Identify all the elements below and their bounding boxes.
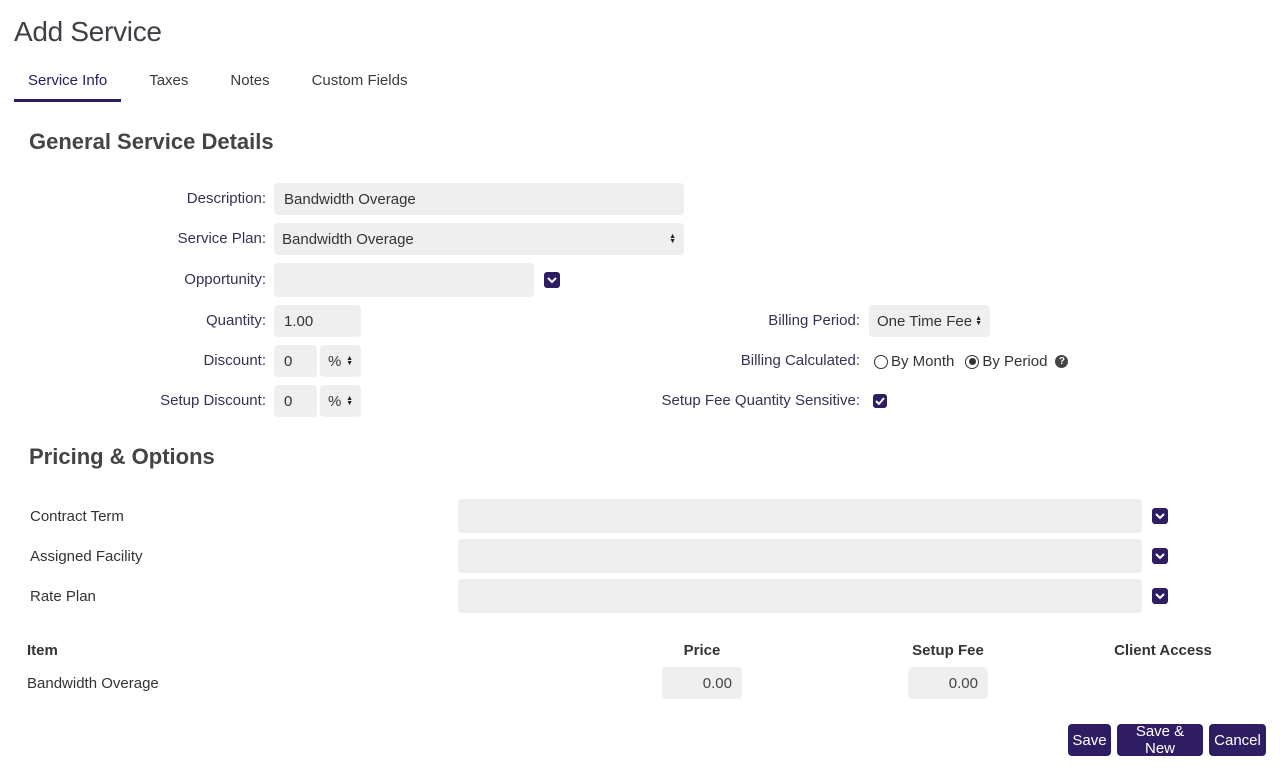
setup-discount-input[interactable]	[274, 385, 317, 417]
discount-unit-value: %	[328, 352, 342, 370]
radio-selected-dot	[968, 358, 976, 365]
assigned-facility-dropdown-button[interactable]	[1152, 548, 1168, 564]
tab-custom-fields[interactable]: Custom Fields	[298, 62, 422, 102]
section-title-pricing: Pricing & Options	[29, 444, 215, 469]
billing-period-label: Billing Period:	[768, 312, 860, 329]
tab-bar: Service Info Taxes Notes Custom Fields	[14, 62, 435, 102]
rate-plan-input[interactable]	[458, 579, 1142, 613]
billing-period-value: One Time Fee	[877, 312, 973, 330]
description-label: Description:	[186, 190, 266, 207]
select-arrows-icon: ▲ ▼	[346, 395, 353, 407]
tab-notes[interactable]: Notes	[216, 62, 283, 102]
radio-by-period-label: By Period	[982, 353, 1048, 370]
chevron-down-icon	[1155, 512, 1165, 519]
save-and-new-button[interactable]: Save & New	[1117, 723, 1203, 757]
page-title: Add Service	[14, 16, 162, 47]
assigned-facility-label: Assigned Facility	[30, 548, 143, 565]
table-header-price: Price	[683, 642, 721, 659]
save-button[interactable]: Save	[1068, 724, 1111, 756]
billing-calculated-group: By Month By Period ?	[874, 353, 1069, 370]
question-icon[interactable]: ?	[1055, 355, 1069, 368]
tab-service-info[interactable]: Service Info	[14, 62, 122, 102]
setup-fee-qty-label: Setup Fee Quantity Sensitive:	[661, 392, 860, 409]
quantity-input[interactable]	[274, 305, 361, 337]
contract-term-input[interactable]	[458, 499, 1142, 533]
chevron-down-icon	[1155, 552, 1165, 559]
tab-taxes[interactable]: Taxes	[135, 62, 202, 102]
discount-unit-select[interactable]: % ▲ ▼	[320, 345, 361, 377]
setup-discount-label: Setup Discount:	[160, 392, 266, 409]
rate-plan-label: Rate Plan	[30, 588, 96, 605]
setup-discount-unit-select[interactable]: % ▲ ▼	[320, 385, 361, 417]
chevron-down-icon	[1155, 592, 1165, 599]
contract-term-label: Contract Term	[30, 508, 124, 525]
table-row-item: Bandwidth Overage	[27, 675, 159, 692]
price-input[interactable]: 0.00	[662, 667, 742, 699]
radio-by-month[interactable]	[874, 354, 888, 369]
opportunity-dropdown-button[interactable]	[544, 272, 560, 288]
setup-discount-unit-value: %	[328, 392, 342, 410]
select-arrows-icon: ▲ ▼	[975, 315, 982, 327]
table-header-setup-fee: Setup Fee	[912, 642, 984, 659]
service-plan-label: Service Plan:	[177, 230, 266, 247]
table-header-item: Item	[27, 642, 58, 659]
setup-fee-input[interactable]: 0.00	[908, 667, 988, 699]
service-plan-select[interactable]: Bandwidth Overage ▲ ▼	[274, 223, 684, 255]
assigned-facility-input[interactable]	[458, 539, 1142, 573]
opportunity-input[interactable]	[274, 263, 534, 297]
select-arrows-icon: ▲ ▼	[669, 233, 676, 245]
setup-fee-qty-checkbox[interactable]	[873, 394, 887, 408]
cancel-button[interactable]: Cancel	[1209, 724, 1266, 756]
radio-by-period[interactable]	[965, 354, 980, 369]
table-header-client-access: Client Access	[1114, 642, 1212, 659]
contract-term-dropdown-button[interactable]	[1152, 508, 1168, 524]
billing-period-select[interactable]: One Time Fee ▲ ▼	[869, 305, 990, 337]
check-icon	[875, 397, 885, 405]
description-input[interactable]	[274, 183, 684, 215]
section-title-general: General Service Details	[29, 129, 274, 154]
radio-by-month-label: By Month	[891, 353, 955, 370]
select-arrows-icon: ▲ ▼	[346, 355, 353, 367]
discount-label: Discount:	[203, 352, 266, 369]
discount-input[interactable]	[274, 345, 317, 377]
quantity-label: Quantity:	[205, 312, 266, 329]
rate-plan-dropdown-button[interactable]	[1152, 588, 1168, 604]
opportunity-label: Opportunity:	[184, 271, 266, 288]
chevron-down-icon	[547, 276, 557, 283]
billing-calculated-label: Billing Calculated:	[740, 352, 860, 369]
service-plan-value: Bandwidth Overage	[282, 230, 414, 248]
